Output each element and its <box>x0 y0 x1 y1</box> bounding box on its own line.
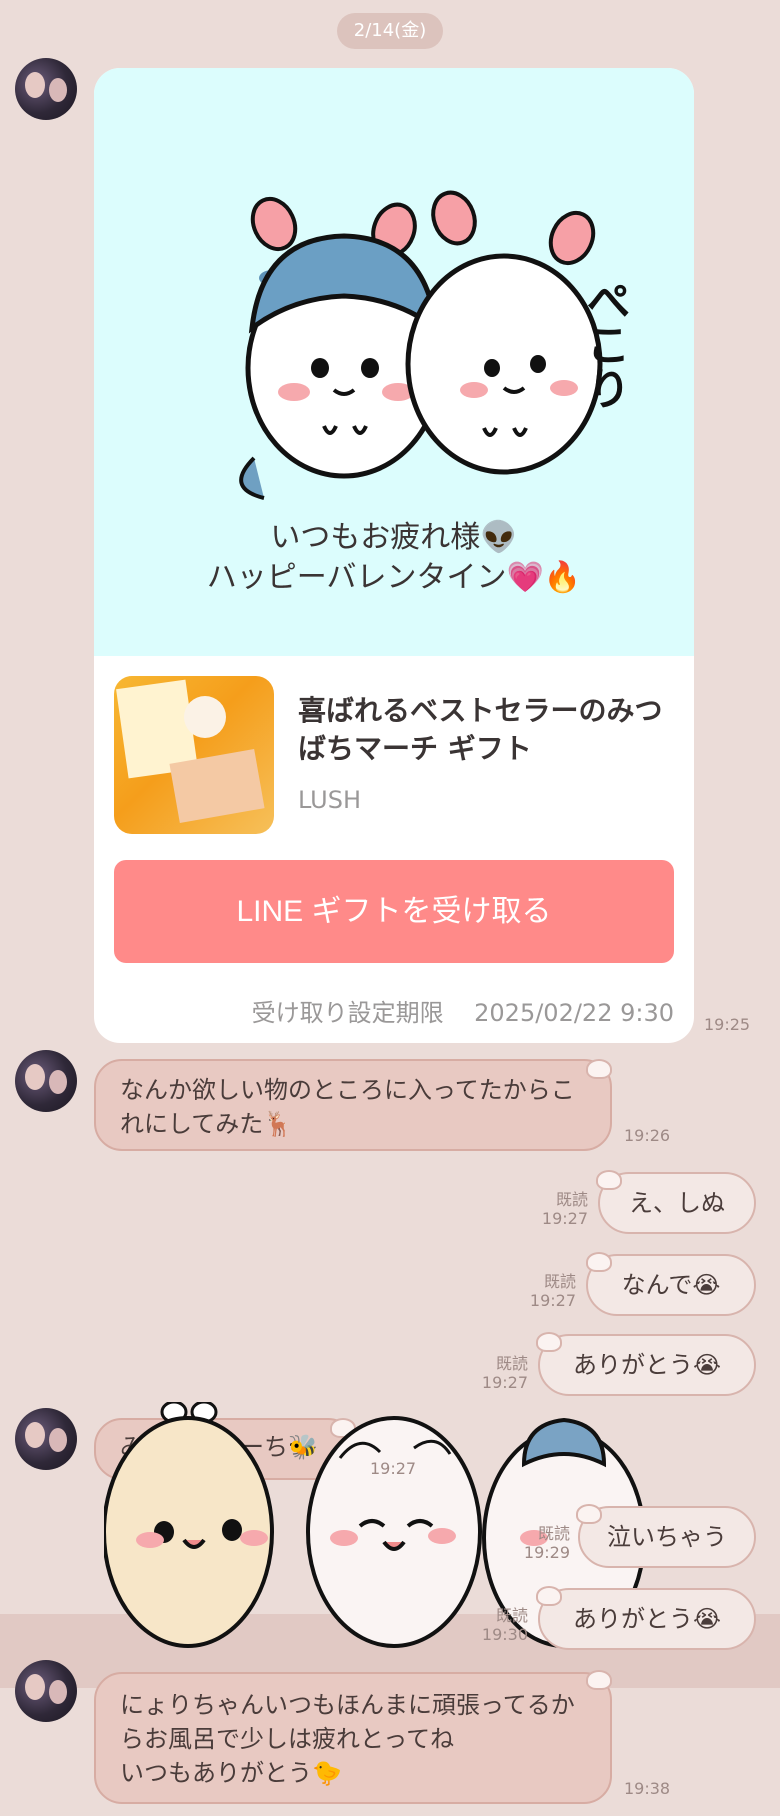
message-text: らお風呂で少しは疲れとってね <box>120 1725 455 1753</box>
read-receipt: 既読 19:30 <box>481 1606 528 1644</box>
gift-hero: ぺこり いつもお疲れ様👽 ハッピーバレンタイン💗🔥 <box>94 68 694 656</box>
message-time: 19:27 <box>370 1459 417 1478</box>
gift-message-line1: いつもお疲れ様👽 <box>270 520 518 555</box>
message-text: いつもありがとう🐤 <box>120 1759 342 1787</box>
bubble-ear-decoration <box>576 1504 602 1524</box>
product-title[interactable]: 喜ばれるベストセラーのみつばちマーチ ギフト <box>298 692 678 768</box>
gift-deadline: 受け取り設定期限 2025/02/22 9:30 <box>252 993 674 1028</box>
message-time: 19:38 <box>624 1779 671 1798</box>
bubble-ear-decoration <box>596 1170 622 1190</box>
read-receipt: 既読 19:27 <box>481 1354 528 1392</box>
sender-avatar[interactable] <box>15 1660 77 1722</box>
incoming-message[interactable]: にょりちゃんいつもほんまに頑張ってるか らお風呂で少しは疲れとってね いつもあり… <box>94 1672 612 1804</box>
sticker-caption: ぺこり <box>579 278 630 410</box>
sender-avatar[interactable] <box>15 1408 77 1470</box>
gift-message-line2: ハッピーバレンタイン💗🔥 <box>206 560 582 595</box>
bubble-ear-decoration <box>536 1586 562 1606</box>
deadline-label: 受け取り設定期限 <box>251 999 444 1027</box>
deadline-value: 2025/02/22 9:30 <box>474 999 674 1027</box>
read-receipt: 既読 19:29 <box>523 1524 570 1562</box>
chiikawa-sticker-image: ぺこり <box>239 190 630 500</box>
gift-card[interactable]: ぺこり いつもお疲れ様👽 ハッピーバレンタイン💗🔥 喜ばれるベストセラーのみつば… <box>94 68 694 1043</box>
bubble-ear-decoration <box>586 1059 612 1079</box>
outgoing-message[interactable]: ありがとう😭 <box>538 1588 756 1650</box>
incoming-message[interactable]: なんか欲しい物のところに入ってたからこれにしてみた🦌 <box>94 1059 612 1151</box>
product-brand: LUSH <box>298 786 362 814</box>
read-receipt: 既読 19:27 <box>541 1190 588 1228</box>
message-text: なんか欲しい物のところに入ってたからこれにしてみた🦌 <box>120 1076 575 1138</box>
date-separator: 2/14(金) <box>337 13 443 49</box>
sender-avatar[interactable] <box>15 1050 77 1112</box>
read-receipt: 既読 19:27 <box>529 1272 576 1310</box>
message-time: 19:25 <box>704 1015 751 1034</box>
message-text: にょりちゃんいつもほんまに頑張ってるか <box>120 1691 575 1719</box>
bubble-ear-decoration <box>586 1670 612 1690</box>
bubble-ear-decoration <box>586 1252 612 1272</box>
receive-gift-button[interactable]: LINE ギフトを受け取る <box>114 860 674 963</box>
outgoing-message[interactable]: 泣いちゃう <box>578 1506 756 1568</box>
gift-message: いつもお疲れ様👽 ハッピーバレンタイン💗🔥 <box>94 518 694 598</box>
outgoing-message[interactable]: ありがとう😭 <box>538 1334 756 1396</box>
bubble-ear-decoration <box>536 1332 562 1352</box>
message-time: 19:26 <box>624 1126 671 1145</box>
sender-avatar[interactable] <box>15 58 77 120</box>
product-thumbnail[interactable] <box>114 676 274 834</box>
